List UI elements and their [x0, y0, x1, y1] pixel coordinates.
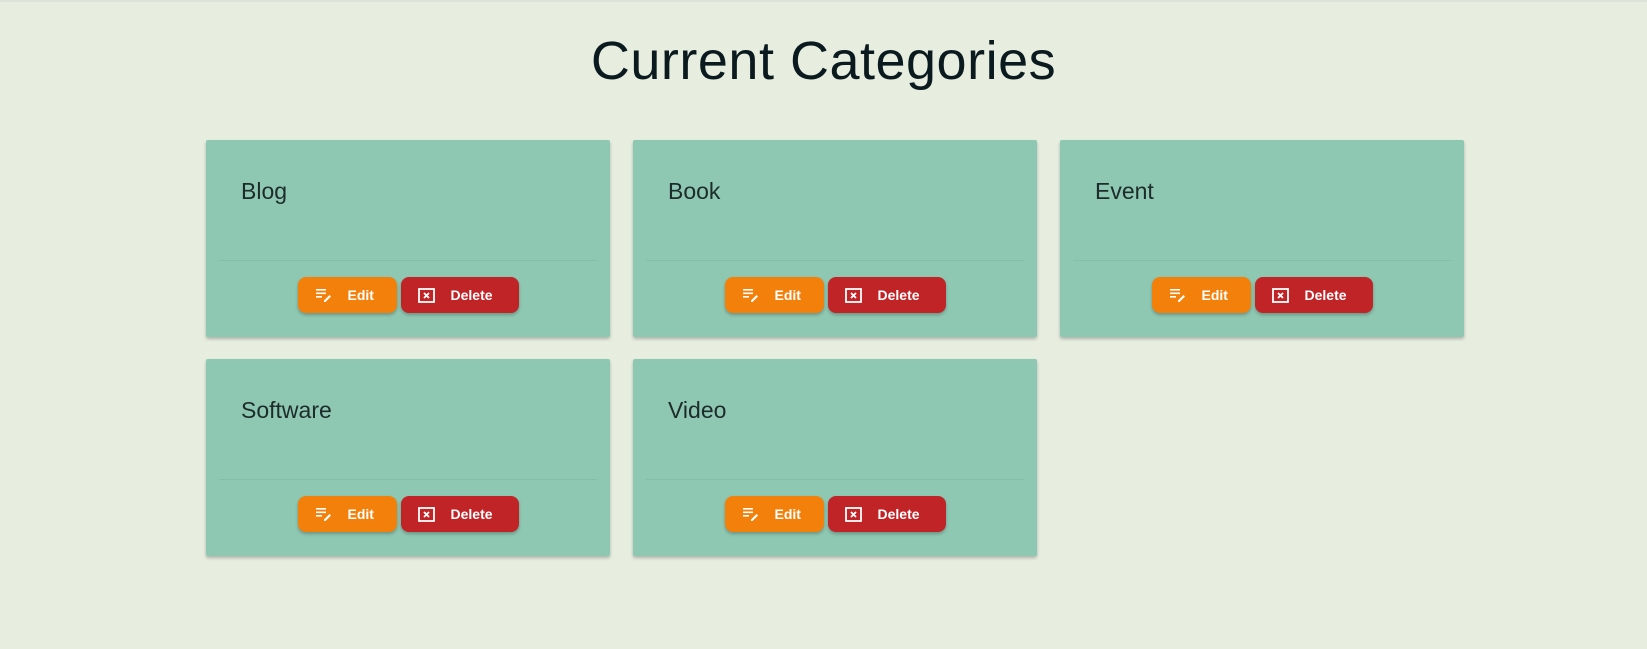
edit-button[interactable]: Edit — [1151, 277, 1251, 313]
edit-note-icon — [315, 289, 331, 302]
card-actions: Edit Delete — [206, 277, 610, 313]
delete-button[interactable]: Delete — [400, 277, 519, 313]
delete-button[interactable]: Delete — [827, 277, 946, 313]
close-box-icon — [844, 506, 862, 522]
category-grid: Blog Edit Delete Book Edit Delete Event … — [206, 140, 1464, 556]
delete-button[interactable]: Delete — [827, 496, 946, 532]
category-name: Event — [1095, 178, 1154, 204]
card-divider — [1073, 260, 1451, 261]
edit-note-icon — [1169, 289, 1185, 302]
card-divider — [219, 260, 597, 261]
edit-label: Edit — [347, 506, 374, 522]
category-card-blog: Blog Edit Delete — [206, 140, 610, 337]
delete-label: Delete — [450, 287, 493, 303]
delete-button[interactable]: Delete — [400, 496, 519, 532]
close-box-icon — [844, 287, 862, 303]
category-card-event: Event Edit Delete — [1060, 140, 1464, 337]
edit-label: Edit — [774, 287, 801, 303]
edit-button[interactable]: Edit — [297, 496, 397, 532]
card-divider — [646, 479, 1024, 480]
edit-label: Edit — [774, 506, 801, 522]
delete-label: Delete — [877, 506, 920, 522]
delete-label: Delete — [1304, 287, 1347, 303]
card-actions: Edit Delete — [1060, 277, 1464, 313]
category-name: Video — [668, 397, 727, 423]
delete-label: Delete — [450, 506, 493, 522]
edit-label: Edit — [347, 287, 374, 303]
edit-note-icon — [315, 508, 331, 521]
card-divider — [646, 260, 1024, 261]
category-card-video: Video Edit Delete — [633, 359, 1037, 556]
delete-label: Delete — [877, 287, 920, 303]
edit-button[interactable]: Edit — [724, 496, 824, 532]
close-box-icon — [1271, 287, 1289, 303]
category-card-software: Software Edit Delete — [206, 359, 610, 556]
edit-note-icon — [742, 289, 758, 302]
page-title: Current Categories — [590, 31, 1057, 91]
delete-button[interactable]: Delete — [1254, 277, 1373, 313]
close-box-icon — [417, 287, 435, 303]
card-actions: Edit Delete — [633, 496, 1037, 532]
close-box-icon — [417, 506, 435, 522]
category-name: Book — [668, 178, 721, 204]
category-name: Software — [241, 397, 332, 423]
edit-note-icon — [742, 508, 758, 521]
category-name: Blog — [241, 178, 288, 204]
card-actions: Edit Delete — [206, 496, 610, 532]
edit-button[interactable]: Edit — [724, 277, 824, 313]
category-card-book: Book Edit Delete — [633, 140, 1037, 337]
edit-label: Edit — [1201, 287, 1228, 303]
card-divider — [219, 479, 597, 480]
card-actions: Edit Delete — [633, 277, 1037, 313]
edit-button[interactable]: Edit — [297, 277, 397, 313]
